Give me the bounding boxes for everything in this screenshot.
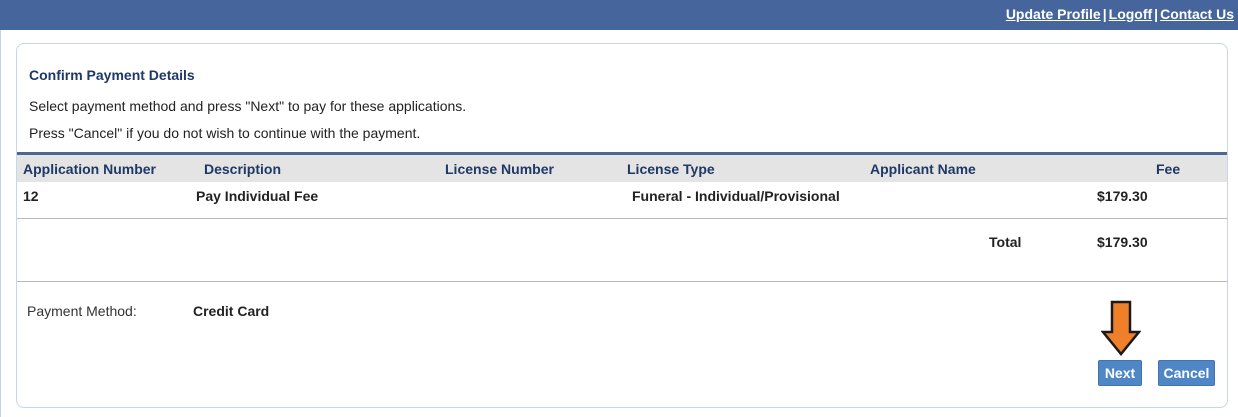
divider	[17, 281, 1227, 282]
update-profile-link[interactable]: Update Profile	[1006, 6, 1101, 22]
link-separator: |	[1102, 6, 1107, 22]
column-header-license-number: License Number	[445, 161, 554, 177]
column-header-description: Description	[204, 161, 282, 177]
column-header-license-type: License Type	[627, 161, 715, 177]
left-border	[0, 30, 1, 417]
link-separator: |	[1154, 6, 1159, 22]
table-row: 12 Pay Individual Fee Funeral - Individu…	[17, 182, 1227, 210]
description-cell: Pay Individual Fee	[196, 188, 319, 204]
column-header-applicant-name: Applicant Name	[870, 161, 976, 177]
page-title: Confirm Payment Details	[29, 67, 195, 83]
next-button[interactable]: Next	[1098, 360, 1142, 386]
application-number-cell: 12	[23, 188, 39, 204]
license-type-cell: Funeral - Individual/Provisional	[632, 188, 840, 204]
instruction-text: Select payment method and press "Next" t…	[29, 98, 467, 114]
total-value: $179.30	[1097, 234, 1148, 250]
cancel-button[interactable]: Cancel	[1158, 360, 1215, 386]
payment-method-label: Payment Method:	[27, 303, 137, 319]
column-header-fee: Fee	[1156, 161, 1181, 177]
contact-us-link[interactable]: Contact Us	[1160, 6, 1234, 22]
instruction-text: Press "Cancel" if you do not wish to con…	[29, 125, 421, 141]
top-bar: Update Profile | Logoff | Contact Us	[0, 0, 1238, 30]
column-header-application-number: Application Number	[23, 161, 157, 177]
down-arrow-icon	[1101, 300, 1141, 356]
logoff-link[interactable]: Logoff	[1109, 6, 1153, 22]
fee-cell: $179.30	[1097, 188, 1148, 204]
divider	[17, 218, 1227, 219]
payment-panel: Confirm Payment Details Select payment m…	[16, 43, 1228, 408]
total-label: Total	[989, 234, 1022, 250]
payment-method-value: Credit Card	[193, 303, 270, 319]
table-header: Application Number Description License N…	[17, 155, 1227, 182]
header-links: Update Profile | Logoff | Contact Us	[1006, 6, 1234, 22]
